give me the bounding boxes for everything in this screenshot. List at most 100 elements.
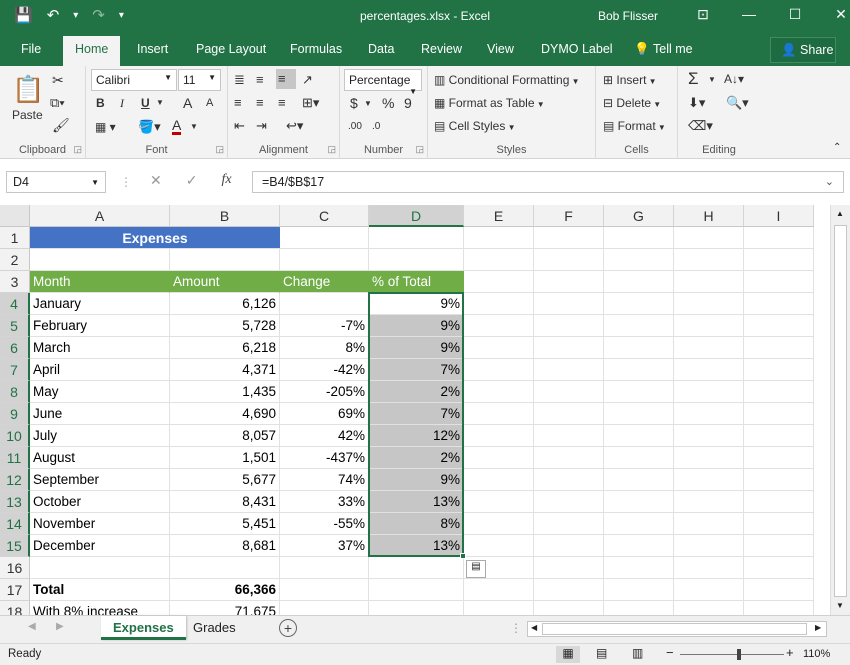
page-layout-view-icon[interactable]: ▤	[596, 646, 607, 660]
currency-button[interactable]: $	[350, 95, 358, 111]
cell-d18[interactable]	[369, 601, 464, 615]
next-sheet-icon[interactable]: ▶	[56, 621, 64, 632]
find-select-icon[interactable]: 🔍▾	[726, 95, 749, 111]
middle-align-icon[interactable]: ≡	[256, 72, 264, 87]
value-cell[interactable]: 2%	[369, 381, 464, 403]
merge-center-icon[interactable]: ⊞▾	[302, 95, 319, 111]
cell-f8[interactable]	[534, 381, 604, 403]
value-cell[interactable]: 1,435	[170, 381, 280, 403]
row-header-16[interactable]: 16	[0, 557, 30, 579]
month-cell[interactable]: May	[30, 381, 170, 403]
cell-h9[interactable]	[674, 403, 744, 425]
cell-f16[interactable]	[534, 557, 604, 579]
normal-view-icon[interactable]: ▦	[556, 646, 580, 663]
cell-h18[interactable]	[674, 601, 744, 615]
increase-label[interactable]: With 8% increase	[30, 601, 170, 615]
collapse-ribbon-icon[interactable]: ⌃	[833, 142, 841, 153]
cell-i16[interactable]	[744, 557, 814, 579]
tab-data[interactable]: Data	[368, 42, 394, 56]
column-header-i[interactable]: I	[744, 205, 814, 227]
value-cell[interactable]: 4,371	[170, 359, 280, 381]
cell-h13[interactable]	[674, 491, 744, 513]
cell-g8[interactable]	[604, 381, 674, 403]
align-center-icon[interactable]: ≡	[256, 95, 264, 110]
cell-a2[interactable]	[30, 249, 170, 271]
font-color-dropdown-icon[interactable]: ▼	[190, 122, 198, 131]
row-header-10[interactable]: 10	[0, 425, 30, 447]
value-cell[interactable]: 6,218	[170, 337, 280, 359]
orientation-icon[interactable]: ↗	[302, 72, 313, 88]
enter-icon[interactable]: ✓	[186, 172, 198, 189]
comma-button[interactable]: 9	[404, 95, 412, 111]
column-title-4[interactable]: % of Total	[369, 271, 464, 293]
cell-h16[interactable]	[674, 557, 744, 579]
horizontal-scrollbar[interactable]: ◀ ▶	[527, 621, 827, 637]
cell-i12[interactable]	[744, 469, 814, 491]
scroll-up-icon[interactable]: ▲	[836, 209, 844, 218]
increase-indent-icon[interactable]: ⇥	[256, 118, 267, 134]
cell-i6[interactable]	[744, 337, 814, 359]
cell-g11[interactable]	[604, 447, 674, 469]
tab-page-layout[interactable]: Page Layout	[196, 42, 266, 56]
cell-i9[interactable]	[744, 403, 814, 425]
autosum-dropdown-icon[interactable]: ▼	[708, 75, 716, 84]
value-cell[interactable]: 2%	[369, 447, 464, 469]
cell-e3[interactable]	[464, 271, 534, 293]
cell-i17[interactable]	[744, 579, 814, 601]
row-header-6[interactable]: 6	[0, 337, 30, 359]
cell-h12[interactable]	[674, 469, 744, 491]
month-cell[interactable]: April	[30, 359, 170, 381]
sheet-tab-expenses[interactable]: Expenses	[101, 616, 186, 640]
paste-button[interactable]: Paste	[12, 108, 43, 122]
month-cell[interactable]: February	[30, 315, 170, 337]
cell-i8[interactable]	[744, 381, 814, 403]
cell-f4[interactable]	[534, 293, 604, 315]
month-cell[interactable]: July	[30, 425, 170, 447]
value-cell[interactable]: -437%	[280, 447, 369, 469]
dialog-launcher-icon[interactable]: ◲	[415, 144, 424, 155]
increase-value[interactable]: 71,675	[170, 601, 280, 615]
underline-button[interactable]: U	[141, 96, 150, 110]
ribbon-display-options-icon[interactable]: ⊡	[680, 6, 726, 23]
grow-font-button[interactable]: A	[183, 95, 192, 111]
value-cell[interactable]: 8%	[280, 337, 369, 359]
tab-insert[interactable]: Insert	[137, 42, 168, 56]
column-title-2[interactable]: Amount	[170, 271, 280, 293]
bottom-align-icon[interactable]: ≡	[276, 69, 296, 89]
cell-d1[interactable]	[369, 227, 464, 249]
value-cell[interactable]: -42%	[280, 359, 369, 381]
maximize-icon[interactable]: ☐	[772, 6, 818, 23]
tab-view[interactable]: View	[487, 42, 514, 56]
column-header-a[interactable]: A	[30, 205, 170, 227]
format-cells-button[interactable]: ▤ Format ▼	[603, 119, 666, 133]
formula-input[interactable]: =B4/$B$17 ⌄	[252, 171, 844, 193]
cell-f6[interactable]	[534, 337, 604, 359]
zoom-out-icon[interactable]: −	[666, 645, 674, 660]
cell-h1[interactable]	[674, 227, 744, 249]
cell-d2[interactable]	[369, 249, 464, 271]
delete-cells-button[interactable]: ⊟ Delete ▼	[603, 96, 661, 110]
cell-e4[interactable]	[464, 293, 534, 315]
align-left-icon[interactable]: ≡	[234, 95, 242, 110]
cell-i10[interactable]	[744, 425, 814, 447]
dialog-launcher-icon[interactable]: ◲	[73, 144, 82, 155]
value-cell[interactable]: 69%	[280, 403, 369, 425]
cell-c1[interactable]	[280, 227, 369, 249]
insert-cells-button[interactable]: ⊞ Insert ▼	[603, 73, 657, 87]
cell-i15[interactable]	[744, 535, 814, 557]
value-cell[interactable]: 5,451	[170, 513, 280, 535]
total-value[interactable]: 66,366	[170, 579, 280, 601]
zoom-in-icon[interactable]: +	[786, 645, 794, 660]
month-cell[interactable]: December	[30, 535, 170, 557]
cell-e5[interactable]	[464, 315, 534, 337]
tab-file[interactable]: File	[21, 42, 41, 56]
increase-decimal-button[interactable]: .00	[348, 121, 362, 132]
cell-e1[interactable]	[464, 227, 534, 249]
cell-f11[interactable]	[534, 447, 604, 469]
align-right-icon[interactable]: ≡	[278, 95, 286, 110]
value-cell[interactable]: 9%	[369, 337, 464, 359]
cell-e11[interactable]	[464, 447, 534, 469]
cell-e15[interactable]	[464, 535, 534, 557]
horizontal-scroll-thumb[interactable]	[542, 623, 807, 635]
tell-me-box[interactable]: Tell me	[653, 42, 693, 56]
